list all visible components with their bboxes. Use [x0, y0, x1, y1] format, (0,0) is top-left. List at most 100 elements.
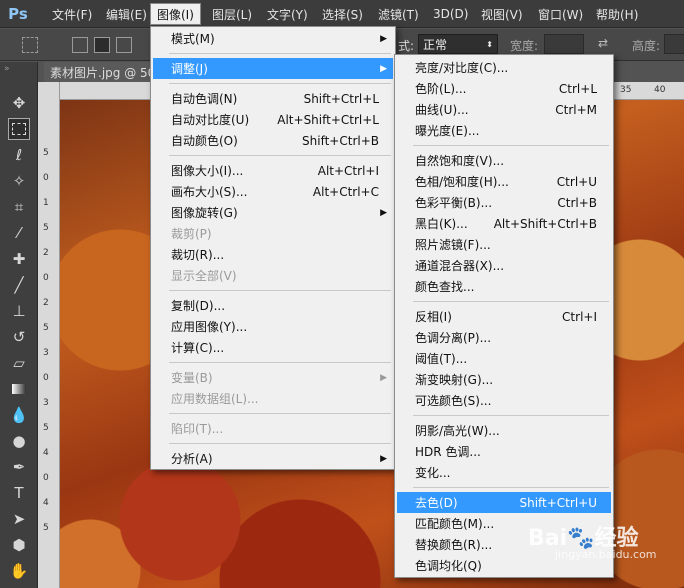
menu-item[interactable]: 调整(J) ▶: [153, 58, 393, 79]
eraser-tool-icon[interactable]: ▱: [8, 352, 30, 374]
menu-3[interactable]: 图层(L): [206, 3, 258, 25]
menu-item[interactable]: 亮度/对比度(C)...: [397, 57, 611, 78]
dodge-tool-icon[interactable]: ●: [8, 430, 30, 452]
menu-item-label: 自然饱和度(V)...: [415, 154, 505, 168]
menu-item-label: 曝光度(E)...: [415, 124, 480, 138]
menu-item[interactable]: 自动颜色(O) Shift+Ctrl+B: [153, 130, 393, 151]
menu-item-label: 照片滤镜(F)...: [415, 238, 491, 252]
gradient-tool-icon[interactable]: [8, 378, 30, 400]
brush-tool-icon[interactable]: ╱: [8, 274, 30, 296]
menu-7[interactable]: 3D(D): [427, 3, 474, 25]
menu-item[interactable]: 曝光度(E)...: [397, 120, 611, 141]
menu-item[interactable]: 去色(D) Shift+Ctrl+U: [397, 492, 611, 513]
document-tab[interactable]: 素材图片.jpg @ 50: [44, 62, 154, 82]
blur-tool-icon[interactable]: 💧: [8, 404, 30, 426]
menu-item-shortcut: Shift+Ctrl+L: [303, 91, 379, 106]
style-select[interactable]: 正常 ⬍: [418, 34, 498, 54]
menu-item[interactable]: 色阶(L)... Ctrl+L: [397, 78, 611, 99]
menu-item[interactable]: 可选颜色(S)...: [397, 390, 611, 411]
menu-item[interactable]: 自动色调(N) Shift+Ctrl+L: [153, 88, 393, 109]
menu-item[interactable]: 图像旋转(G) ▶: [153, 202, 393, 223]
menu-item-label: 色调均化(Q): [415, 559, 482, 573]
menu-item[interactable]: 阈值(T)...: [397, 348, 611, 369]
marquee-tool-icon[interactable]: [8, 118, 30, 140]
submenu-arrow-icon: ▶: [380, 33, 387, 44]
menu-8[interactable]: 视图(V): [475, 3, 529, 25]
lasso-tool-icon[interactable]: ℓ: [8, 144, 30, 166]
pen-tool-icon[interactable]: ✒: [8, 456, 30, 478]
menu-item-label: 匹配颜色(M)...: [415, 517, 495, 531]
menu-item[interactable]: 应用图像(Y)...: [153, 316, 393, 337]
menu-5[interactable]: 选择(S): [316, 3, 369, 25]
add-selection-icon[interactable]: [94, 37, 110, 53]
menu-item[interactable]: 黑白(K)... Alt+Shift+Ctrl+B: [397, 213, 611, 234]
menu-item[interactable]: 自然饱和度(V)...: [397, 150, 611, 171]
path-selection-tool-icon[interactable]: ➤: [8, 508, 30, 530]
shape-tool-icon[interactable]: ⬢: [8, 534, 30, 556]
ruler-label: 5: [43, 223, 49, 233]
watermark-url: jingyan.baidu.com: [555, 548, 657, 561]
menu-separator: [169, 290, 391, 291]
menu-item[interactable]: 曲线(U)... Ctrl+M: [397, 99, 611, 120]
hand-tool-icon[interactable]: ✋: [8, 560, 30, 582]
menu-item[interactable]: 计算(C)...: [153, 337, 393, 358]
menu-item[interactable]: 通道混合器(X)...: [397, 255, 611, 276]
healing-brush-tool-icon[interactable]: ✚: [8, 248, 30, 270]
menu-item-shortcut: Shift+Ctrl+U: [519, 495, 597, 510]
menu-item[interactable]: 复制(D)...: [153, 295, 393, 316]
menu-separator: [413, 487, 609, 488]
history-brush-tool-icon[interactable]: ↺: [8, 326, 30, 348]
marquee-option-icon[interactable]: [22, 37, 38, 53]
menu-item[interactable]: HDR 色调...: [397, 441, 611, 462]
menu-item-shortcut: Shift+Ctrl+B: [302, 133, 379, 148]
menu-item-label: 陷印(T)...: [171, 422, 224, 436]
menu-0[interactable]: 文件(F): [46, 3, 98, 25]
menu-item[interactable]: 照片滤镜(F)...: [397, 234, 611, 255]
menu-item[interactable]: 色调分离(P)...: [397, 327, 611, 348]
menu-item[interactable]: 自动对比度(U) Alt+Shift+Ctrl+L: [153, 109, 393, 130]
menu-2[interactable]: 图像(I): [150, 3, 201, 25]
width-label: 宽度:: [510, 39, 539, 53]
menu-1[interactable]: 编辑(E): [100, 3, 153, 25]
menu-item-shortcut: Alt+Ctrl+I: [317, 163, 379, 178]
swap-icon[interactable]: ⇄: [598, 36, 608, 50]
height-input[interactable]: [664, 34, 684, 54]
menu-separator: [169, 155, 391, 156]
ruler-label: 0: [43, 173, 49, 183]
new-selection-icon[interactable]: [72, 37, 88, 53]
menu-item[interactable]: 变化...: [397, 462, 611, 483]
type-tool-icon[interactable]: T: [8, 482, 30, 504]
eyedropper-tool-icon[interactable]: ⁄: [8, 222, 30, 244]
menu-item-label: 变化...: [415, 466, 451, 480]
menu-item-label: 通道混合器(X)...: [415, 259, 505, 273]
width-input[interactable]: [544, 34, 584, 54]
menu-10[interactable]: 帮助(H): [590, 3, 644, 25]
ruler-label: 3: [43, 398, 49, 408]
clone-stamp-tool-icon[interactable]: ⊥: [8, 300, 30, 322]
menu-item-shortcut: Ctrl+I: [562, 309, 597, 324]
menu-item[interactable]: 画布大小(S)... Alt+Ctrl+C: [153, 181, 393, 202]
menu-6[interactable]: 滤镜(T): [372, 3, 425, 25]
menu-item[interactable]: 裁切(R)...: [153, 244, 393, 265]
collapse-icon[interactable]: »: [4, 64, 10, 74]
ruler-label: 5: [43, 323, 49, 333]
move-tool-icon[interactable]: ✥: [8, 92, 30, 114]
subtract-selection-icon[interactable]: [116, 37, 132, 53]
menu-item[interactable]: 色相/饱和度(H)... Ctrl+U: [397, 171, 611, 192]
magic-wand-tool-icon[interactable]: ✧: [8, 170, 30, 192]
menu-4[interactable]: 文字(Y): [261, 3, 314, 25]
menu-item[interactable]: 模式(M) ▶: [153, 28, 393, 49]
menu-item[interactable]: 颜色查找...: [397, 276, 611, 297]
crop-tool-icon[interactable]: ⌗: [8, 196, 30, 218]
menu-item[interactable]: 渐变映射(G)...: [397, 369, 611, 390]
ruler-label: 0: [43, 473, 49, 483]
menu-item-label: 显示全部(V): [171, 269, 237, 283]
menu-item[interactable]: 色彩平衡(B)... Ctrl+B: [397, 192, 611, 213]
menu-item[interactable]: 反相(I) Ctrl+I: [397, 306, 611, 327]
menu-9[interactable]: 窗口(W): [532, 3, 589, 25]
menu-item[interactable]: 阴影/高光(W)...: [397, 420, 611, 441]
ruler-label: 2: [43, 298, 49, 308]
menu-item-label: 阈值(T)...: [415, 352, 468, 366]
menu-item[interactable]: 分析(A) ▶: [153, 448, 393, 469]
menu-item[interactable]: 图像大小(I)... Alt+Ctrl+I: [153, 160, 393, 181]
